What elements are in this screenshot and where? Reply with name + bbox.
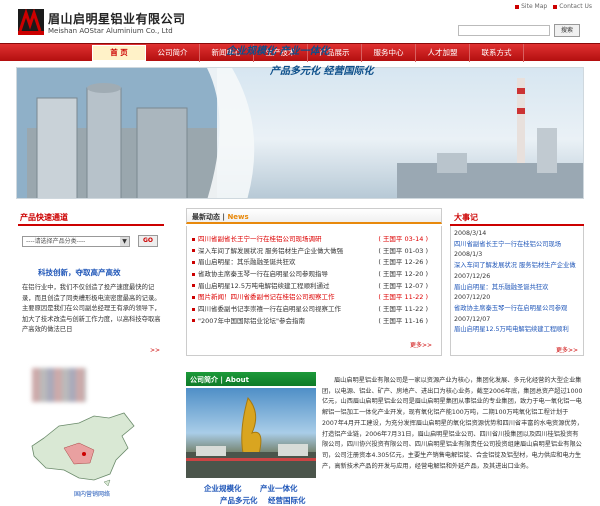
bullet-icon (192, 307, 195, 311)
blurred-image (32, 368, 86, 402)
news-item-meta: ( 王国平 11-22 ) (378, 305, 428, 314)
news-item-title: 省政协主席秦玉琴一行在启明星公司参观指导 (198, 270, 328, 279)
company-title-cn: 公司简介 (190, 376, 218, 384)
banner (16, 67, 584, 199)
company-logo (18, 9, 44, 35)
news-item-title: 图片新闻！四川省委副书记在桂铝公司视察工作 (198, 293, 335, 302)
event-date: 2007/12/26 (454, 272, 491, 280)
tech-slogan[interactable]: 科技创新，夺取高产高效 (38, 267, 121, 278)
bullet-icon (192, 295, 195, 299)
divider (18, 224, 164, 226)
event-date: 2008/3/14 (454, 230, 487, 237)
news-item-meta: ( 王国平 12-20 ) (378, 270, 428, 279)
events-list: 2008/3/14 四川省副省长王宁一行在桂铝公司现场 2008/1/3 深入车间了解… (454, 229, 582, 336)
news-title-cn: 最新动态 (192, 213, 220, 221)
news-item[interactable]: 图片新闻！四川省委副书记在桂铝公司视察工作 ( 王国平 11-22 ) (192, 292, 438, 304)
company-name-en: Meishan AOStar Aluminium Co., Ltd (48, 27, 173, 35)
tech-more-link[interactable]: >> (150, 347, 160, 354)
product-category-select[interactable]: ----请选择产品分类---- (22, 236, 130, 247)
news-title: 最新动态 | News (192, 213, 249, 221)
company-slogan-3: 产品多元化 (220, 496, 258, 505)
banner-factory-image (17, 68, 583, 198)
sitemap-link[interactable]: Site Map (515, 3, 547, 10)
search-button[interactable]: 搜索 (554, 24, 580, 37)
news-item-title: 眉山启明星12.5万吨电解铝续建工程顺利通过 (198, 281, 330, 290)
news-item-title: 四川省副省长王宁一行在桂铝公司现场调研 (198, 235, 322, 243)
news-item-meta: ( 王国平 12-07 ) (378, 281, 428, 290)
sculpture-photo (186, 396, 316, 478)
nav-service[interactable]: 服务中心 (362, 44, 416, 62)
nav-home[interactable]: 首 页 (92, 45, 146, 61)
news-more-link[interactable]: 更多>> (410, 340, 432, 349)
bullet-icon (192, 319, 195, 323)
event-item[interactable]: 眉山启明星12.5万吨电解铝续建工程顺利 (454, 325, 582, 336)
news-item-title: 眉山启明星：其乐融融圣诞共狂欢 (198, 258, 296, 267)
events-title: 大事记 (454, 213, 478, 222)
news-item[interactable]: 四川省副省长王宁一行在桂铝公司现场调研 ( 王国平 03-14 ) (192, 234, 438, 246)
tech-intro-text: 在铝行业中，我们不仅创造了投产速度最快的记录，而且创造了同类槽形极电流密度最高的… (22, 284, 161, 333)
banner-slogan-1: 企业规模化 产业一体化 (226, 46, 330, 57)
company-title-en: About (225, 376, 250, 384)
quick-channel-title: 产品快速通道 (20, 213, 68, 222)
event-item[interactable]: 深入车间了解发展状况 服务铝材生产企业做 (454, 261, 582, 272)
news-item-title: 四川省委副书记李崇禧一行在启明星公司视察工作 (198, 305, 341, 314)
go-button[interactable]: GO (138, 235, 158, 247)
event-date: 2008/1/3 (454, 251, 483, 259)
nav-about[interactable]: 公司简介 (146, 44, 200, 62)
top-links: Site Map Contact Us (515, 3, 592, 10)
china-map-image[interactable] (24, 408, 140, 488)
bullet-icon (192, 260, 195, 264)
news-item[interactable]: "2007年中国国际铝业论坛"参会指南 ( 王国平 11-16 ) (192, 316, 438, 328)
bullet-icon (515, 4, 520, 9)
company-name-cn: 眉山启明星铝业有限公司 (48, 12, 186, 26)
company-slogan-2: 产业一体化 (260, 484, 298, 493)
bullet-icon (192, 237, 195, 241)
events-more-link[interactable]: 更多>> (556, 345, 578, 354)
news-item[interactable]: 省政协主席秦玉琴一行在启明星公司参观指导 ( 王国平 12-20 ) (192, 269, 438, 281)
event-item[interactable]: 眉山启明星：其乐融融圣诞共狂欢 (454, 283, 582, 294)
news-item-meta: ( 王国平 11-22 ) (378, 293, 428, 302)
news-item-meta: ( 王国平 01-03 ) (378, 246, 428, 255)
bullet-icon (192, 272, 195, 276)
news-item-title: "2007年中国国际铝业论坛"参会指南 (198, 316, 306, 325)
contact-link[interactable]: Contact Us (553, 3, 592, 10)
news-item[interactable]: 眉山启明星12.5万吨电解铝续建工程顺利通过 ( 王国平 12-07 ) (192, 281, 438, 293)
news-item[interactable]: 眉山启明星：其乐融融圣诞共狂欢 ( 王国平 12-26 ) (192, 257, 438, 269)
event-item[interactable]: 四川省副省长王宁一行在桂铝公司现场 (454, 240, 582, 251)
event-item[interactable]: 省政协主席秦玉琴一行在启明星公司参观 (454, 304, 582, 315)
news-item-title: 深入车间了解发展状况 服务铝材生产企业做大做强 (198, 246, 344, 255)
company-slogan-4: 经营国际化 (268, 496, 306, 505)
event-date: 2007/12/20 (454, 294, 491, 302)
company-intro-text: 眉山启明星铝业有限公司是一家以资源产业为核心，集团化发展、多元化经营的大型企业集… (322, 377, 583, 470)
news-item-meta: ( 王国平 11-16 ) (378, 316, 428, 325)
news-item[interactable]: 四川省委副书记李崇禧一行在启明星公司视察工作 ( 王国平 11-22 ) (192, 304, 438, 316)
search-input[interactable] (458, 25, 550, 36)
news-item[interactable]: 深入车间了解发展状况 服务铝材生产企业做大做强 ( 王国平 01-03 ) (192, 246, 438, 258)
company-photo (186, 388, 316, 478)
news-title-en: News (227, 213, 249, 221)
sales-network-link[interactable]: 国内营销网络 (74, 489, 110, 498)
news-list: 四川省副省长王宁一行在桂铝公司现场调研 ( 王国平 03-14 ) 深入车间了解发展… (192, 234, 438, 328)
event-date: 2007/12/07 (454, 315, 491, 323)
nav-contact[interactable]: 联系方式 (470, 44, 524, 62)
banner-slogan-2: 产品多元化 经营国际化 (270, 66, 374, 77)
chevron-down-icon[interactable]: ▼ (120, 237, 129, 246)
news-item-meta: ( 王国平 12-26 ) (378, 258, 428, 267)
company-title: 公司简介 | About (190, 376, 250, 384)
bullet-icon (192, 284, 195, 288)
news-item-meta: ( 王国平 03-14 ) (378, 235, 428, 243)
nav-careers[interactable]: 人才加盟 (416, 44, 470, 62)
company-slogan-1: 企业规模化 (204, 484, 242, 493)
bullet-icon (553, 4, 558, 9)
bullet-icon (192, 249, 195, 253)
